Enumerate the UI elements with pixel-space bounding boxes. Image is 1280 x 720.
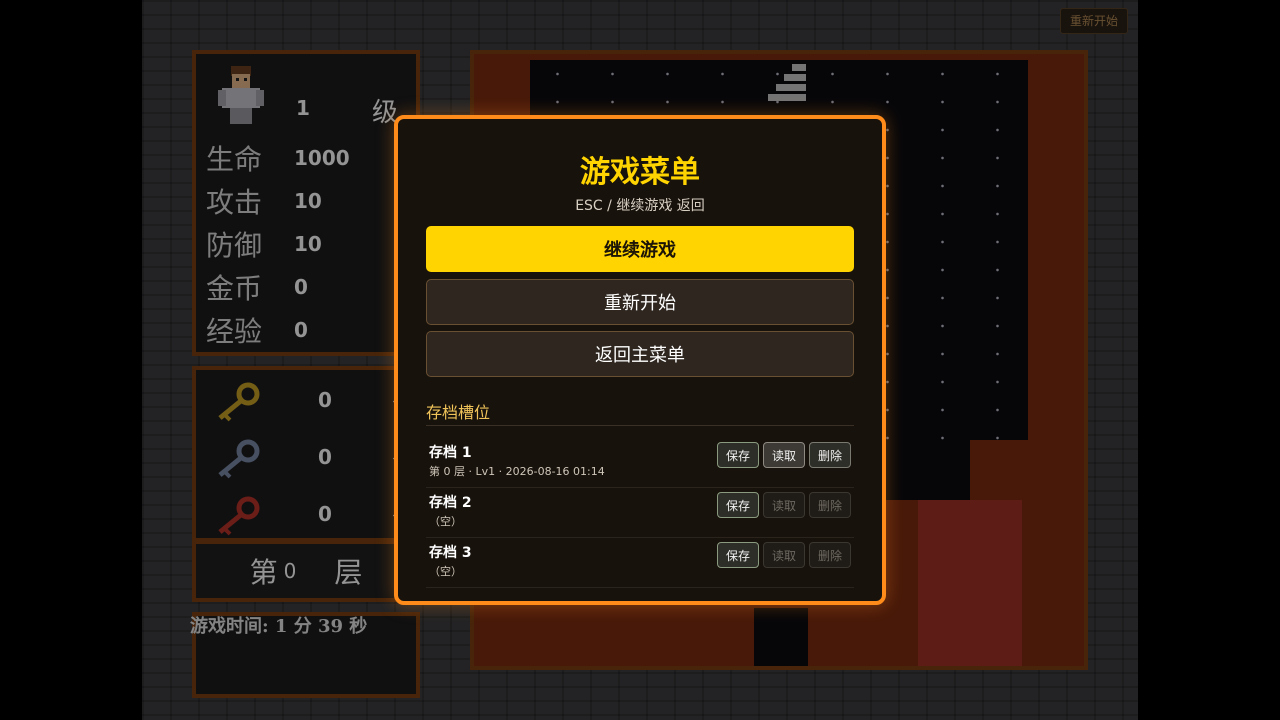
save-slots-header: 存档槽位: [426, 399, 854, 426]
slot-name: 存档 2: [429, 495, 472, 511]
slot-load-button[interactable]: 读取: [763, 442, 805, 468]
save-slot-3: 存档 3 （空） 保存 读取 删除: [426, 537, 854, 588]
restart-button[interactable]: 重新开始: [426, 279, 854, 325]
menu-hint: ESC / 继续游戏 返回: [575, 198, 705, 214]
slot-delete-button[interactable]: 删除: [809, 442, 851, 468]
menu-title: 游戏菜单: [580, 155, 700, 190]
save-slot-1: 存档 1 第 0 层 · Lv1 · 2026-08-16 01:14 保存 读…: [426, 437, 854, 488]
slot-load-button[interactable]: 读取: [763, 492, 805, 518]
slot-meta: 第 0 层 · Lv1 · 2026-08-16 01:14: [429, 465, 605, 478]
slot-name: 存档 3: [429, 545, 472, 561]
main-menu-button[interactable]: 返回主菜单: [426, 331, 854, 377]
slot-save-button[interactable]: 保存: [717, 442, 759, 468]
game-menu-dialog: 游戏菜单 ESC / 继续游戏 返回 继续游戏 重新开始 返回主菜单 存档槽位 …: [394, 115, 886, 605]
slot-meta: （空）: [429, 565, 462, 578]
slot-delete-button[interactable]: 删除: [809, 492, 851, 518]
save-slot-2: 存档 2 （空） 保存 读取 删除: [426, 487, 854, 538]
slot-meta: （空）: [429, 515, 462, 528]
slot-load-button[interactable]: 读取: [763, 542, 805, 568]
slot-save-button[interactable]: 保存: [717, 542, 759, 568]
slot-name: 存档 1: [429, 445, 472, 461]
continue-button[interactable]: 继续游戏: [426, 226, 854, 272]
slot-delete-button[interactable]: 删除: [809, 542, 851, 568]
slot-save-button[interactable]: 保存: [717, 492, 759, 518]
